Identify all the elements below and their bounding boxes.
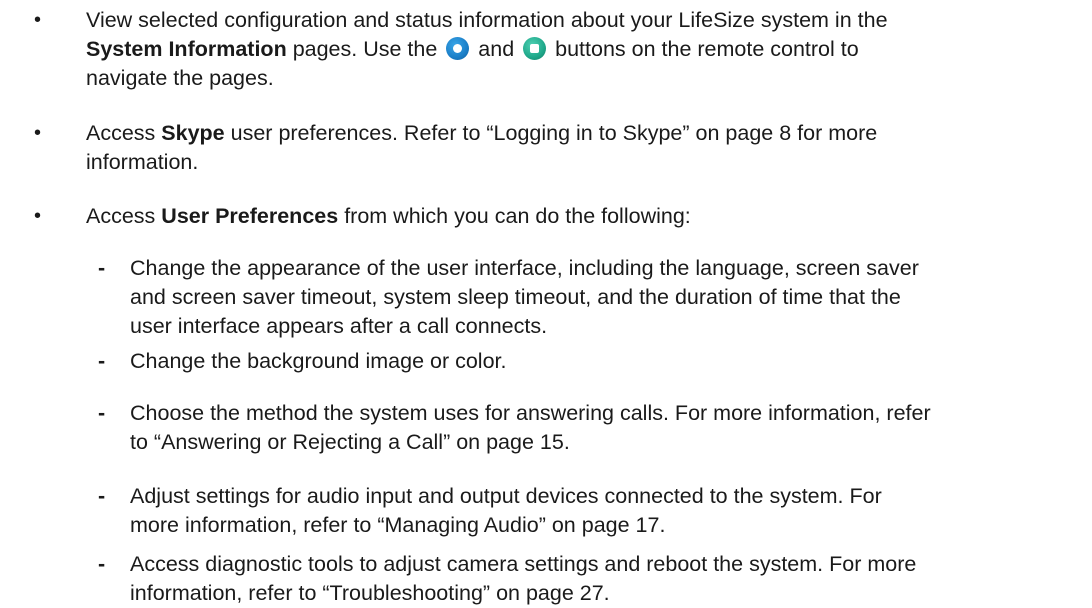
bullet-line-1: Access Skype user preferences. Refer to … — [86, 121, 878, 145]
sub-item-line: and screen saver timeout, system sleep t… — [130, 285, 901, 309]
sub-item-line: Adjust settings for audio input and outp… — [130, 484, 882, 508]
sub-item-line: Access diagnostic tools to adjust camera… — [130, 552, 917, 576]
document-page: • View selected configuration and status… — [0, 0, 1092, 607]
dash-marker: - — [98, 349, 106, 373]
dash-marker: - — [98, 401, 106, 425]
bold-term-user-preferences: User Preferences — [161, 204, 339, 228]
sub-item-audio: - Adjust settings for audio input and ou… — [98, 482, 1080, 540]
sub-item-line: to “Answering or Rejecting a Call” on pa… — [130, 430, 570, 454]
sub-item-line: Choose the method the system uses for an… — [130, 401, 931, 425]
bullet-marker: • — [34, 9, 42, 31]
sub-item-line: more information, refer to “Managing Aud… — [130, 513, 666, 537]
dash-marker: - — [98, 484, 106, 508]
sub-item-answering-calls: - Choose the method the system uses for … — [98, 399, 1080, 457]
sub-item-appearance: - Change the appearance of the user inte… — [98, 254, 1080, 341]
bullet-line-1: Access User Preferences from which you c… — [86, 204, 691, 228]
bullet-line-2: System Information pages. Use the and bu… — [86, 37, 859, 61]
sub-item-line: information, refer to “Troubleshooting” … — [130, 581, 610, 605]
bold-term-system-information: System Information — [86, 37, 287, 61]
bullet-item-skype: • Access Skype user preferences. Refer t… — [34, 119, 1076, 177]
sub-item-diagnostics: - Access diagnostic tools to adjust came… — [98, 550, 1080, 608]
blue-circle-button-icon — [446, 37, 470, 60]
sub-item-line: user interface appears after a call conn… — [130, 314, 548, 338]
dash-marker: - — [98, 552, 106, 576]
bullet-marker: • — [34, 205, 42, 227]
bullet-marker: • — [34, 122, 42, 144]
bullet-item-system-information: • View selected configuration and status… — [34, 6, 1076, 93]
bullet-line-2: information. — [86, 150, 199, 174]
sub-item-background: - Change the background image or color. — [98, 347, 1080, 376]
sub-item-line: Change the appearance of the user interf… — [130, 256, 919, 280]
bullet-item-user-preferences: • Access User Preferences from which you… — [34, 202, 1076, 231]
bullet-line-1: View selected configuration and status i… — [86, 8, 888, 32]
green-square-button-icon — [523, 37, 547, 60]
bold-term-skype: Skype — [161, 121, 225, 145]
bullet-line-3: navigate the pages. — [86, 66, 274, 90]
dash-marker: - — [98, 256, 106, 280]
sub-item-line: Change the background image or color. — [130, 349, 507, 373]
